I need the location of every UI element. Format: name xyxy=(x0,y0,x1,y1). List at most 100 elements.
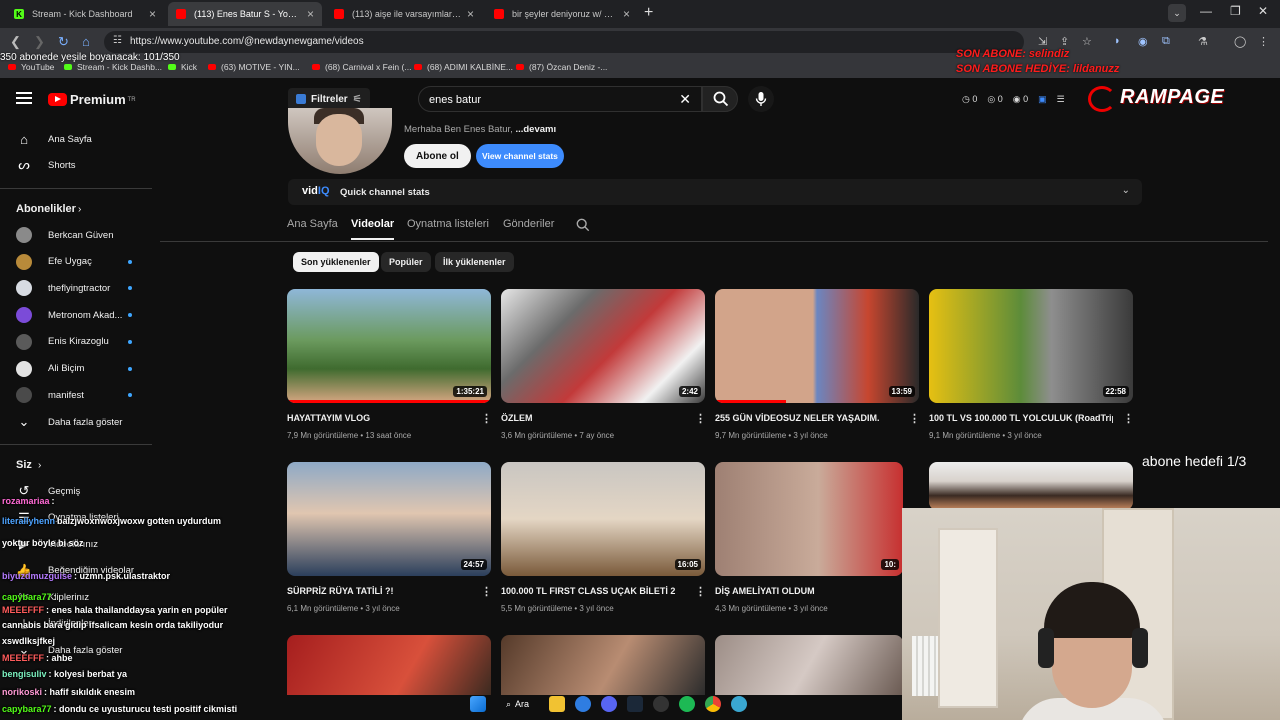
video-thumbnail[interactable]: 16:05 xyxy=(501,462,705,576)
close-icon[interactable]: × xyxy=(307,7,314,21)
sidebar-subscription-item[interactable]: manifest xyxy=(0,382,156,408)
video-title[interactable]: 100 TL VS 100.000 TL YOLCULUK (RoadTrip) xyxy=(929,413,1113,423)
hamburger-menu-icon[interactable] xyxy=(16,92,32,104)
chat-username[interactable]: literallyhenn xyxy=(2,516,55,526)
video-thumbnail[interactable] xyxy=(929,462,1133,510)
bookmark-item[interactable]: YouTube xyxy=(8,62,54,72)
youtube-premium-logo[interactable]: Premium TR xyxy=(48,92,136,107)
minimize-icon[interactable]: — xyxy=(1200,4,1212,18)
more-actions-icon[interactable]: ⋮ xyxy=(481,585,492,598)
tab-youtube-aise[interactable]: (113) aişe ile varsayımlarınızı yo × xyxy=(326,2,482,26)
close-window-icon[interactable]: ✕ xyxy=(1258,4,1268,18)
bookmark-item[interactable]: Stream - Kick Dashb... xyxy=(64,62,162,72)
sidebar-item-home[interactable]: ⌂ Ana Sayfa xyxy=(0,126,156,152)
sidebar-item-shorts[interactable]: ᔕ Shorts xyxy=(0,152,156,178)
list-icon[interactable]: ☰ xyxy=(1057,94,1065,105)
extension-vidiq-icon[interactable]: ◉ xyxy=(1138,35,1148,48)
you-heading[interactable]: Siz › xyxy=(0,452,156,478)
new-tab-icon[interactable]: + xyxy=(644,4,653,22)
sidebar-subscription-item[interactable]: Berkcan Güven xyxy=(0,222,156,248)
tab-youtube-kubra[interactable]: bir şeyler deniyoruz w/ kübra a × xyxy=(486,2,638,26)
sidebar-subscription-item[interactable]: Efe Uygaç xyxy=(0,249,156,275)
chip-latest[interactable]: Son yüklenenler xyxy=(293,252,379,272)
video-title[interactable]: HAYATTAYIM VLOG xyxy=(287,413,471,423)
network-icon[interactable] xyxy=(731,696,748,712)
sidebar-subscription-item[interactable]: theflyingtractor xyxy=(0,275,156,301)
vidiq-quick-stats-bar[interactable]: vidIQ Quick channel stats ⌄ xyxy=(288,179,1142,205)
chat-username[interactable]: bengisuliv xyxy=(2,669,47,679)
bookmark-item[interactable]: (68) ADIMI KALBİNE... xyxy=(414,62,513,72)
more-actions-icon[interactable]: ⋮ xyxy=(695,585,706,598)
reload-icon[interactable]: ↻ xyxy=(58,34,69,50)
video-thumbnail[interactable]: 13:59 xyxy=(715,289,919,403)
tab-youtube-enes-batur[interactable]: (113) Enes Batur S - YouTube × xyxy=(168,2,322,26)
chat-username[interactable]: rozamariaa xyxy=(2,496,50,506)
video-title[interactable]: ÖZLEM xyxy=(501,413,685,423)
taskbar-search[interactable]: ⌕ Ara xyxy=(496,699,539,710)
channel-search-icon[interactable] xyxy=(576,218,590,232)
bookmark-item[interactable]: (68) Carnival x Fein (... xyxy=(312,62,411,72)
clear-search-icon[interactable]: ✕ xyxy=(679,91,691,108)
close-icon[interactable]: × xyxy=(467,7,474,21)
menu-icon[interactable]: ⋮ xyxy=(1258,35,1269,48)
tab-videos[interactable]: Videolar xyxy=(351,218,395,240)
tab-posts[interactable]: Gönderiler xyxy=(503,218,554,230)
chat-username[interactable]: MEEEFFF xyxy=(2,653,44,663)
video-title[interactable]: 100.000 TL FIRST CLASS UÇAK BİLETİ 2 xyxy=(501,586,685,596)
close-icon[interactable]: × xyxy=(623,7,630,21)
more-actions-icon[interactable]: ⋮ xyxy=(1123,412,1134,425)
bookmark-item[interactable]: (87) Özcan Deniz -... xyxy=(516,62,607,72)
browser-icon[interactable] xyxy=(575,696,592,712)
tab-kick-dashboard[interactable]: K Stream - Kick Dashboard × xyxy=(6,2,164,26)
video-thumbnail[interactable]: 10: xyxy=(715,462,903,576)
file-explorer-icon[interactable] xyxy=(549,696,566,712)
video-title[interactable]: SÜRPRİZ RÜYA TATİLİ ?! xyxy=(287,586,471,596)
tab-home[interactable]: Ana Sayfa xyxy=(287,218,338,230)
chat-username[interactable]: norikoski xyxy=(2,687,42,697)
chat-username[interactable]: capybara77 xyxy=(2,704,52,714)
forward-icon[interactable]: ❯ xyxy=(34,34,45,50)
sidebar-item-show-more[interactable]: ⌄ Daha fazla göster xyxy=(0,409,156,435)
tab-search-icon[interactable]: ⌄ xyxy=(1168,4,1186,22)
home-icon[interactable]: ⌂ xyxy=(82,34,90,49)
bookmark-item[interactable]: (63) MOTIVE - YIN... xyxy=(208,62,300,72)
install-icon[interactable]: ⇲ xyxy=(1038,35,1047,48)
profile-icon[interactable]: ◯ xyxy=(1234,35,1246,48)
close-icon[interactable]: × xyxy=(149,7,156,21)
channel-avatar[interactable] xyxy=(288,108,392,174)
video-thumbnail[interactable]: 22:58 xyxy=(929,289,1133,403)
discord-icon[interactable] xyxy=(601,696,618,712)
steam-icon[interactable] xyxy=(627,696,644,712)
video-title[interactable]: 255 GÜN VİDEOSUZ NELER YAŞADIM. xyxy=(715,413,899,423)
video-thumbnail[interactable]: 1:35:21 xyxy=(287,289,491,403)
chevron-down-icon[interactable]: ⌄ xyxy=(1122,185,1130,196)
spotify-icon[interactable] xyxy=(679,696,696,712)
video-thumbnail[interactable]: 24:57 xyxy=(287,462,491,576)
url-field[interactable]: ☷ https://www.youtube.com/@newdaynewgame… xyxy=(104,31,1024,53)
more-actions-icon[interactable]: ⋮ xyxy=(695,412,706,425)
view-channel-stats-button[interactable]: View channel stats xyxy=(476,144,564,168)
extension-audio-icon[interactable]: ◗ xyxy=(1114,35,1121,47)
maximize-icon[interactable]: ❐ xyxy=(1230,4,1241,18)
labs-icon[interactable]: ⚗ xyxy=(1198,35,1208,48)
share-icon[interactable]: ⇪ xyxy=(1060,35,1069,48)
sidebar-subscription-item[interactable]: Enis Kirazoglu xyxy=(0,329,156,355)
chat-username[interactable]: capybara77 xyxy=(2,592,52,602)
chip-oldest[interactable]: İlk yüklenenler xyxy=(435,252,514,272)
channel-description[interactable]: Merhaba Ben Enes Batur, ...devamı xyxy=(404,124,556,135)
tab-playlists[interactable]: Oynatma listeleri xyxy=(407,218,489,230)
back-icon[interactable]: ❮ xyxy=(10,34,21,50)
sidebar-subscription-item[interactable]: Ali Biçim xyxy=(0,356,156,382)
bookmark-item[interactable]: Kick xyxy=(168,62,197,72)
site-info-icon[interactable]: ☷ xyxy=(113,35,122,46)
chip-popular[interactable]: Popüler xyxy=(381,252,431,272)
obs-icon[interactable] xyxy=(653,696,670,712)
description-more-link[interactable]: ...devamı xyxy=(515,124,556,135)
subscribe-button[interactable]: Abone ol xyxy=(404,144,471,168)
video-title[interactable]: DİŞ AMELİYATI OLDUM xyxy=(715,586,899,596)
chrome-icon[interactable] xyxy=(705,696,722,712)
more-actions-icon[interactable]: ⋮ xyxy=(909,412,920,425)
search-input[interactable]: enes batur ✕ xyxy=(418,86,702,112)
vidiq-icon[interactable]: ▣ xyxy=(1038,94,1047,105)
search-button[interactable] xyxy=(702,86,738,112)
